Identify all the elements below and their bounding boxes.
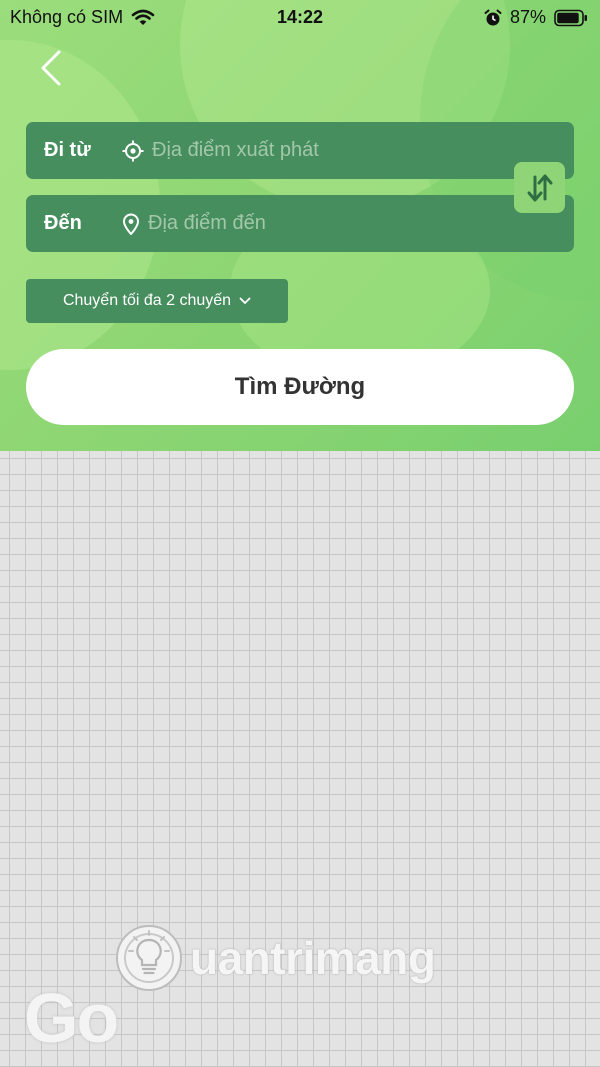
header-area: Không có SIM 14:22 87% Đi từ Địa điểm xu…: [0, 0, 600, 451]
transfer-limit-value: Chuyển tối đa 2 chuyến: [62, 292, 232, 309]
swap-button[interactable]: [514, 162, 565, 213]
origin-input[interactable]: Địa điểm xuất phát: [152, 139, 319, 162]
watermark-text: uantrimang: [190, 932, 436, 984]
destination-input[interactable]: Địa điểm đến: [148, 212, 266, 235]
swap-icon: [527, 174, 552, 201]
crosshair-icon: [122, 140, 144, 161]
destination-field[interactable]: Đến Địa điểm đến: [26, 195, 574, 252]
find-route-button[interactable]: Tìm Đường: [26, 349, 574, 425]
lightbulb-icon: [116, 925, 182, 991]
watermark: uantrimang: [112, 918, 436, 998]
origin-label: Đi từ: [44, 139, 91, 161]
alarm-icon: [484, 9, 502, 25]
battery-icon: [554, 9, 587, 26]
back-icon: [41, 50, 61, 86]
back-button[interactable]: [30, 46, 72, 90]
location-pin-icon: [122, 213, 140, 235]
go-logo: Go: [24, 979, 119, 1057]
destination-label: Đến: [44, 212, 82, 234]
origin-field[interactable]: Đi từ Địa điểm xuất phát: [26, 122, 574, 179]
status-bar: Không có SIM 14:22 87%: [0, 0, 600, 34]
battery-percent: 87%: [509, 7, 546, 27]
transfer-limit-select[interactable]: Chuyển tối đa 2 chuyến: [26, 279, 288, 323]
chevron-down-icon: [239, 297, 251, 304]
